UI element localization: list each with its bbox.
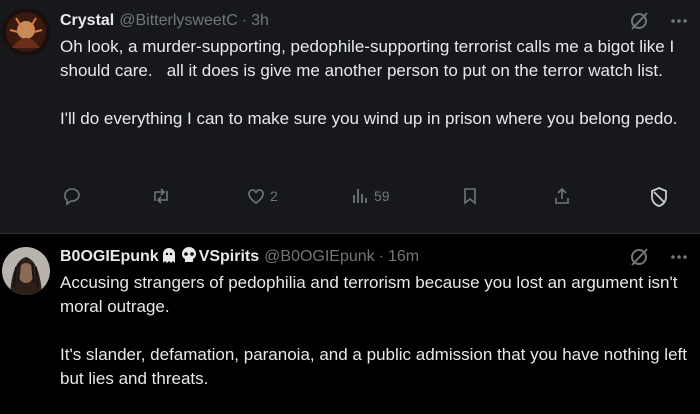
action-bar: 2 59 bbox=[54, 186, 674, 210]
tweet-header: Crystal @BitterlysweetC · 3h bbox=[60, 10, 690, 32]
skull-emoji-icon bbox=[180, 246, 198, 269]
tweet-text: Oh look, a murder-supporting, pedophile-… bbox=[60, 37, 678, 128]
grok-icon[interactable] bbox=[628, 10, 650, 32]
tweet-text: Accusing strangers of pedophilia and ter… bbox=[60, 273, 687, 388]
block-icon[interactable] bbox=[648, 186, 670, 208]
views-icon bbox=[353, 189, 367, 203]
display-name-part2[interactable]: VSpirits bbox=[199, 248, 259, 266]
separator-dot: · bbox=[241, 12, 248, 29]
like-button[interactable]: 2 bbox=[246, 186, 278, 206]
like-icon bbox=[248, 189, 264, 204]
like-count: 2 bbox=[270, 188, 278, 204]
share-icon[interactable] bbox=[552, 186, 572, 206]
more-icon[interactable] bbox=[668, 10, 690, 32]
avatar[interactable] bbox=[2, 8, 50, 56]
views-button[interactable]: 59 bbox=[350, 186, 390, 206]
view-count: 59 bbox=[374, 188, 390, 204]
tweet-boogiepunk[interactable]: B0OGIEpunk VSpirits @B0OGIEpunk · 16m Ac… bbox=[0, 234, 700, 414]
handle[interactable]: @BitterlysweetC bbox=[119, 12, 238, 30]
more-icon[interactable] bbox=[668, 246, 690, 268]
tweet-header: B0OGIEpunk VSpirits @B0OGIEpunk · 16m bbox=[60, 246, 690, 268]
ghost-emoji-icon bbox=[160, 246, 178, 269]
grok-icon[interactable] bbox=[628, 246, 650, 268]
avatar[interactable] bbox=[2, 247, 50, 295]
timestamp[interactable]: 3h bbox=[251, 12, 269, 30]
bookmark-icon[interactable] bbox=[460, 186, 480, 206]
display-name[interactable]: Crystal bbox=[60, 12, 114, 30]
separator-dot: · bbox=[378, 248, 384, 265]
handle[interactable]: @B0OGIEpunk bbox=[264, 248, 375, 266]
display-name-part1[interactable]: B0OGIEpunk bbox=[60, 248, 159, 266]
tweet-crystal[interactable]: Crystal @BitterlysweetC · 3h Oh look, a … bbox=[0, 0, 700, 234]
retweet-icon[interactable] bbox=[150, 186, 172, 206]
reply-icon[interactable] bbox=[62, 186, 82, 206]
timestamp[interactable]: 16m bbox=[388, 248, 419, 266]
